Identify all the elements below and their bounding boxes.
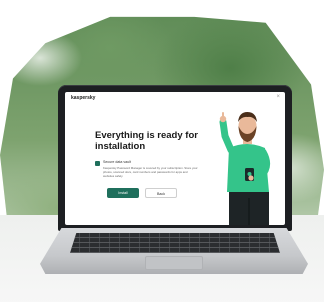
keyboard-rows: [70, 233, 280, 253]
window-titlebar: kaspersky ×: [65, 92, 285, 104]
vault-checkbox[interactable]: [95, 161, 100, 174]
brand-logo: kaspersky: [71, 95, 96, 101]
touchpad: [145, 256, 203, 270]
hero-image: kaspersky × Everything is ready for inst…: [0, 0, 324, 302]
person-illustration: [219, 112, 270, 225]
vault-label: Secure data vault: [103, 160, 131, 164]
install-button[interactable]: Install: [107, 188, 139, 198]
dialog-heading: Everything is ready for installation: [95, 130, 198, 152]
back-button[interactable]: Back: [145, 188, 177, 198]
check-icon: [95, 170, 100, 174]
vault-description: Kaspersky Password Manager is covered by…: [103, 166, 198, 178]
installer-window: kaspersky × Everything is ready for inst…: [65, 92, 285, 225]
laptop-lid: kaspersky × Everything is ready for inst…: [58, 85, 292, 231]
close-icon[interactable]: ×: [276, 94, 280, 100]
